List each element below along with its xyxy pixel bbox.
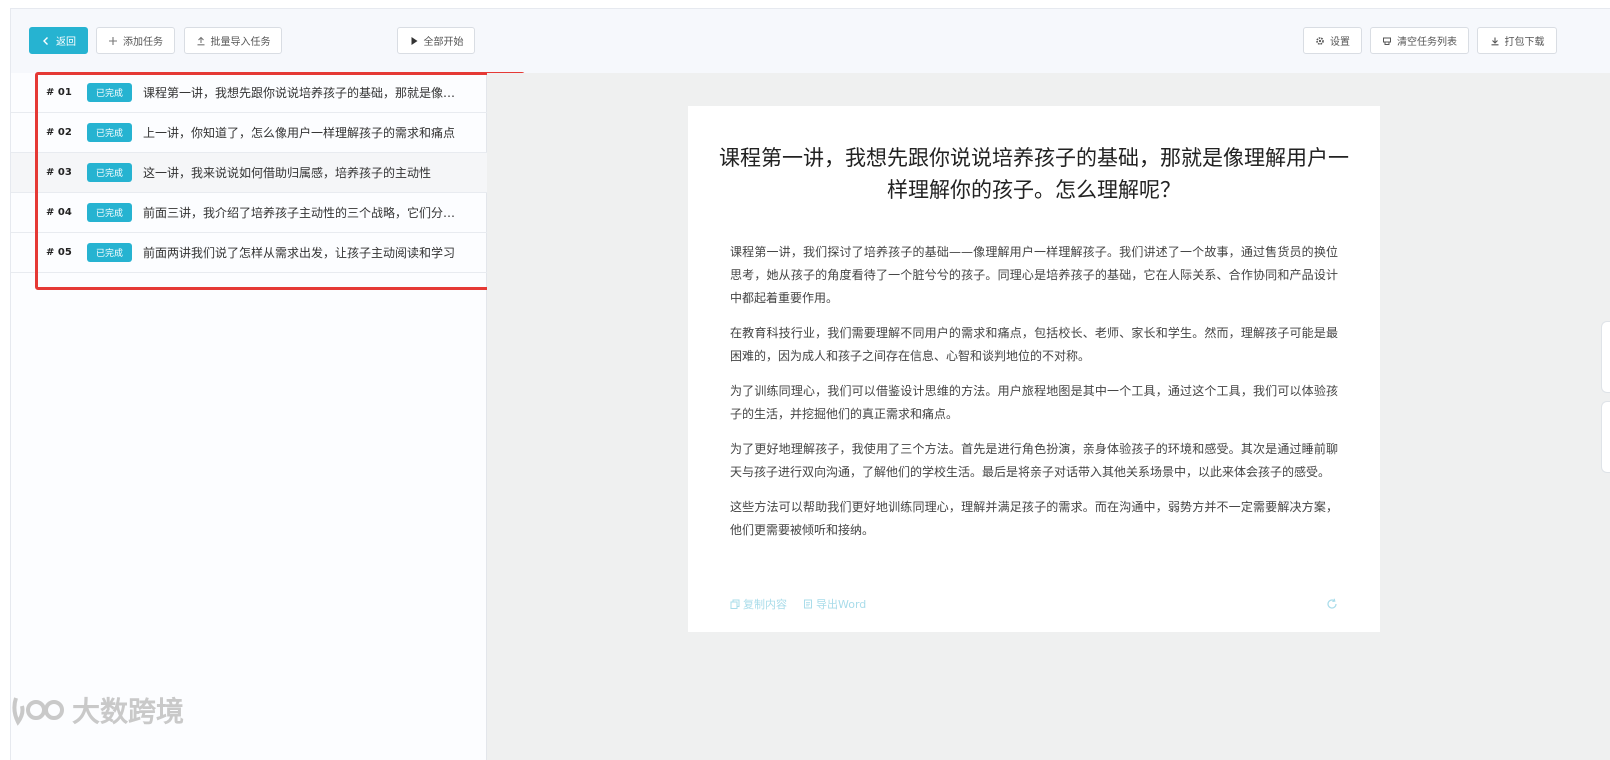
- task-number: # 03: [46, 167, 72, 178]
- copy-content-label: 复制内容: [743, 598, 787, 611]
- toolbar: 返回 添加任务 批量导入任务 全部开始 设置 清空任务列表 打包下载: [11, 9, 1610, 73]
- side-tab[interactable]: [1601, 321, 1610, 393]
- document-paragraph: 为了更好地理解孩子，我使用了三个方法。首先是进行角色扮演，亲身体验孩子的环境和感…: [730, 442, 1338, 479]
- chevron-left-icon: [43, 36, 48, 45]
- start-all-button[interactable]: 全部开始: [397, 27, 475, 54]
- download-icon: [1491, 37, 1498, 45]
- task-row[interactable]: # 01 已完成 课程第一讲，我想先跟你说说培养孩子的基础，那就是像理解用户一样…: [11, 73, 487, 113]
- export-word-button[interactable]: 导出Word: [803, 596, 866, 612]
- copy-icon: [730, 599, 740, 609]
- document-card: 课程第一讲，我想先跟你说说培养孩子的基础，那就是像理解用户一样理解你的孩子。怎么…: [688, 106, 1380, 632]
- play-icon: [411, 36, 417, 45]
- document-title: 课程第一讲，我想先跟你说说培养孩子的基础，那就是像理解用户一样理解你的孩子。怎么…: [719, 146, 1349, 202]
- batch-import-label: 批量导入任务: [210, 37, 271, 48]
- preview-panel: 课程第一讲，我想先跟你说说培养孩子的基础，那就是像理解用户一样理解你的孩子。怎么…: [487, 73, 1610, 760]
- add-task-button[interactable]: 添加任务: [96, 27, 175, 54]
- document-paragraph: 在教育科技行业，我们需要理解不同用户的需求和痛点，包括校长、老师、家长和学生。然…: [730, 326, 1338, 363]
- task-row[interactable]: # 05 已完成 前面两讲我们说了怎样从需求出发，让孩子主动阅读和学习: [11, 233, 487, 273]
- document-actions: 复制内容 导出Word: [730, 596, 1338, 612]
- task-number: # 04: [46, 207, 72, 218]
- task-title: 前面两讲我们说了怎样从需求出发，让孩子主动阅读和学习: [143, 246, 456, 260]
- status-badge: 已完成: [87, 123, 132, 142]
- task-title: 这一讲，我来说说如何借助归属感，培养孩子的主动性: [143, 166, 432, 180]
- document-paragraph: 这些方法可以帮助我们更好地训练同理心，理解并满足孩子的需求。而在沟通中，弱势方并…: [730, 500, 1338, 537]
- back-label: 返回: [56, 37, 76, 48]
- clear-task-list-label: 清空任务列表: [1397, 37, 1457, 48]
- task-list-panel: # 01 已完成 课程第一讲，我想先跟你说说培养孩子的基础，那就是像理解用户一样…: [11, 73, 487, 760]
- clear-task-list-button[interactable]: 清空任务列表: [1370, 27, 1469, 54]
- task-title: 前面三讲，我介绍了培养孩子主动性的三个战略，它们分别是: [143, 206, 463, 220]
- export-word-label: 导出Word: [816, 598, 867, 611]
- add-task-label: 添加任务: [123, 37, 163, 48]
- task-number: # 05: [46, 247, 72, 258]
- word-file-icon: [804, 599, 812, 609]
- settings-label: 设置: [1330, 37, 1350, 48]
- app-window: 返回 添加任务 批量导入任务 全部开始 设置 清空任务列表 打包下载 # 01: [10, 8, 1610, 760]
- gear-icon: [1316, 36, 1324, 45]
- document-body: 课程第一讲，我们探讨了培养孩子的基础——像理解用户一样理解孩子。我们讲述了一个故…: [730, 241, 1338, 554]
- clear-icon: [1383, 37, 1391, 45]
- document-paragraph: 课程第一讲，我们探讨了培养孩子的基础——像理解用户一样理解孩子。我们讲述了一个故…: [730, 245, 1338, 305]
- task-number: # 02: [46, 127, 72, 138]
- plus-icon: [109, 36, 117, 45]
- task-title: 课程第一讲，我想先跟你说说培养孩子的基础，那就是像理解用户一样理解你的孩子。怎么…: [143, 86, 463, 100]
- task-row[interactable]: # 03 已完成 这一讲，我来说说如何借助归属感，培养孩子的主动性: [11, 153, 487, 193]
- status-badge: 已完成: [87, 243, 132, 262]
- document-paragraph: 为了训练同理心，我们可以借鉴设计思维的方法。用户旅程地图是其中一个工具，通过这个…: [730, 384, 1338, 421]
- side-tab[interactable]: [1601, 401, 1610, 473]
- refresh-icon[interactable]: [1326, 598, 1338, 610]
- settings-button[interactable]: 设置: [1303, 27, 1362, 54]
- status-badge: 已完成: [87, 163, 132, 182]
- download-all-label: 打包下载: [1504, 37, 1545, 48]
- copy-content-button[interactable]: 复制内容: [730, 596, 787, 612]
- task-number: # 01: [46, 87, 72, 98]
- batch-import-button[interactable]: 批量导入任务: [184, 27, 282, 54]
- upload-icon: [197, 36, 204, 45]
- download-all-button[interactable]: 打包下载: [1477, 27, 1557, 54]
- start-all-label: 全部开始: [423, 37, 464, 48]
- task-row[interactable]: # 02 已完成 上一讲，你知道了，怎么像用户一样理解孩子的需求和痛点: [11, 113, 487, 153]
- task-title: 上一讲，你知道了，怎么像用户一样理解孩子的需求和痛点: [143, 126, 456, 140]
- status-badge: 已完成: [87, 203, 132, 222]
- task-row[interactable]: # 04 已完成 前面三讲，我介绍了培养孩子主动性的三个战略，它们分别是: [11, 193, 487, 233]
- status-badge: 已完成: [87, 83, 132, 102]
- back-button[interactable]: 返回: [29, 27, 88, 54]
